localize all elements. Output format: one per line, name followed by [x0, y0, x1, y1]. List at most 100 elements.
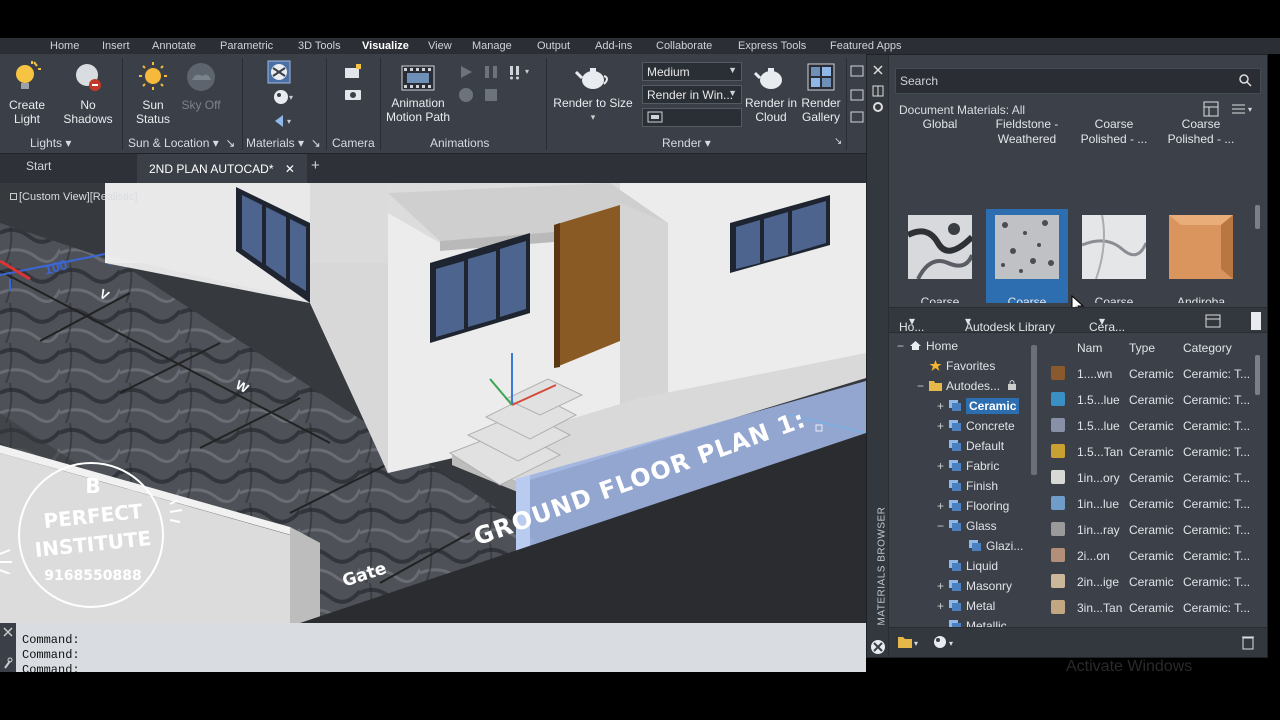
library-view-icon[interactable] — [1205, 314, 1221, 328]
material-list-row[interactable]: 2in...ige Ceramic Ceramic: T... — [1043, 569, 1253, 595]
expand-icon[interactable]: + — [937, 399, 949, 413]
delete-icon[interactable] — [1241, 634, 1255, 650]
no-shadows-button[interactable]: No Shadows — [62, 60, 114, 126]
tree-node[interactable]: − Home — [897, 339, 958, 359]
tab-start[interactable]: Start — [26, 159, 51, 173]
render-location-select[interactable]: Render in Win... ▼ — [642, 85, 742, 104]
material-list-row[interactable]: 3in...Tan Ceramic Ceramic: T... — [1043, 595, 1253, 621]
materials-panel-label[interactable]: Materials ▾ ↘ — [246, 136, 321, 150]
render-in-cloud-button[interactable]: Render in Cloud — [744, 62, 798, 124]
properties-icon[interactable] — [872, 101, 884, 113]
search-icon[interactable] — [1238, 73, 1252, 87]
tab-addins[interactable]: Add-ins — [595, 40, 632, 52]
tree-node[interactable]: + Metal — [937, 599, 995, 619]
collapse-icon[interactable]: − — [937, 519, 949, 533]
materials-browser-button[interactable] — [266, 60, 292, 87]
view-options-icon[interactable]: ▾ — [1231, 101, 1255, 117]
tab-3d-tools[interactable]: 3D Tools — [298, 40, 341, 52]
material-swatch-partial[interactable]: Fieldstone - Weathered — [986, 117, 1068, 147]
tab-collaborate[interactable]: Collaborate — [656, 40, 712, 52]
material-swatch[interactable]: Andiroba — [1160, 209, 1242, 303]
document-materials-filter[interactable]: Document Materials: All — [899, 103, 1025, 117]
tab-output[interactable]: Output — [537, 40, 570, 52]
create-camera-button[interactable] — [342, 64, 364, 83]
tab-annotate[interactable]: Annotate — [152, 40, 196, 52]
column-header-category[interactable]: Category — [1183, 341, 1232, 355]
category-dropdown[interactable]: Cera... ▾ — [1089, 314, 1125, 334]
tab-parametric[interactable]: Parametric — [220, 40, 273, 52]
tree-node[interactable]: + Concrete — [937, 419, 1015, 439]
home-dropdown[interactable]: Ho... ▾ — [899, 314, 924, 334]
tree-node[interactable]: Default — [937, 439, 1004, 459]
tab-2nd-plan-autocad[interactable]: 2ND PLAN AUTOCAD* ✕ — [137, 154, 307, 183]
tree-node[interactable]: + Flooring — [937, 499, 1009, 519]
stop-icon[interactable] — [483, 87, 499, 103]
material-attach-button[interactable]: ▾ — [266, 88, 300, 109]
render-to-size-button[interactable]: Render to Size ▾ — [552, 62, 634, 124]
close-icon[interactable]: ✕ — [285, 162, 295, 176]
material-swatch-partial[interactable]: Coarse Polished - ... — [1073, 117, 1155, 147]
material-mapping-button[interactable]: ▾ — [266, 112, 300, 133]
material-swatch-partial[interactable]: Coarse Polished - ... — [1160, 117, 1242, 147]
render-preset-select[interactable]: Medium ▼ — [642, 62, 742, 81]
tree-node[interactable]: Finish — [937, 479, 998, 499]
expand-icon[interactable]: + — [937, 419, 949, 433]
list-scrollbar[interactable] — [1255, 355, 1260, 395]
material-editor-icon[interactable]: ▾ — [933, 634, 957, 650]
material-list-row[interactable]: 1.5...lue Ceramic Ceramic: T... — [1043, 413, 1253, 439]
command-line-history[interactable]: Command: Command: Command: — [0, 623, 866, 672]
tree-node[interactable]: Favorites — [917, 359, 995, 379]
walk-icon[interactable]: ▾ — [508, 64, 532, 80]
record-icon[interactable] — [458, 87, 474, 103]
play-icon[interactable] — [458, 64, 474, 80]
tree-node[interactable]: − Glass — [937, 519, 997, 539]
expand-icon[interactable]: + — [937, 459, 949, 473]
library-dropdown[interactable]: Autodesk Library ▾ — [965, 314, 1055, 334]
render-dialog-launcher-icon[interactable]: ↘ — [834, 136, 842, 147]
collapse-icon[interactable]: − — [897, 339, 909, 353]
palette-title-bar[interactable]: MATERIALS BROWSER — [867, 55, 889, 657]
sky-off-button[interactable]: Sky Off — [178, 60, 224, 112]
camera-panel-label[interactable]: Camera — [332, 136, 375, 150]
auto-hide-icon[interactable] — [872, 85, 884, 97]
material-list-row[interactable]: 1.5...lue Ceramic Ceramic: T... — [1043, 387, 1253, 413]
tab-featured-apps[interactable]: Featured Apps — [830, 40, 902, 52]
viewport-controls-label[interactable]: [Custom View][Realistic] — [10, 191, 137, 203]
material-swatch-partial[interactable]: Global — [899, 117, 981, 132]
column-header-type[interactable]: Type — [1129, 341, 1155, 355]
expand-icon[interactable]: + — [937, 579, 949, 593]
material-list-row[interactable]: 2i...on Ceramic Ceramic: T... — [1043, 543, 1253, 569]
material-swatch[interactable]: Coarse Polished - ... — [1073, 209, 1155, 303]
lights-panel-label[interactable]: Lights ▾ — [30, 136, 71, 150]
material-list-row[interactable]: 1.5...Tan Ceramic Ceramic: T... — [1043, 439, 1253, 465]
material-swatch[interactable]: Coarse Polished - ... — [899, 209, 981, 303]
render-gallery-button[interactable]: Render Gallery — [798, 62, 844, 124]
render-settings-icon[interactable] — [850, 64, 864, 124]
expand-panel-button[interactable] — [1251, 312, 1261, 330]
material-list-row[interactable]: 1in...ray Ceramic Ceramic: T... — [1043, 517, 1253, 543]
render-output-size-field[interactable] — [642, 108, 742, 127]
camera-view-button[interactable] — [342, 86, 364, 105]
tree-node[interactable]: − Autodes... — [917, 379, 1017, 399]
close-icon[interactable] — [3, 627, 13, 637]
tab-express-tools[interactable]: Express Tools — [738, 40, 806, 52]
tab-home[interactable]: Home — [50, 40, 79, 52]
column-header-name[interactable]: Nam — [1077, 341, 1102, 355]
tree-scrollbar[interactable] — [1031, 345, 1037, 475]
swatch-scrollbar[interactable] — [1255, 205, 1260, 229]
folder-options-icon[interactable]: ▾ — [897, 634, 921, 650]
create-light-button[interactable]: Create Light — [2, 60, 52, 126]
tab-view[interactable]: View — [428, 40, 452, 52]
tab-insert[interactable]: Insert — [102, 40, 130, 52]
close-icon[interactable] — [873, 65, 883, 75]
tree-node[interactable]: + Masonry — [937, 579, 1012, 599]
pause-icon[interactable] — [483, 64, 499, 80]
expand-icon[interactable]: + — [937, 599, 949, 613]
expand-icon[interactable]: + — [937, 499, 949, 513]
material-swatch-selected[interactable]: Coarse Polished - ... — [986, 209, 1068, 303]
tree-node[interactable]: Glazi... — [957, 539, 1023, 559]
wrench-icon[interactable] — [3, 657, 13, 669]
tree-node[interactable]: + Ceramic — [937, 398, 1020, 419]
tree-node[interactable]: Metallic ... — [937, 619, 1020, 627]
sun-status-button[interactable]: Sun Status — [130, 60, 176, 126]
